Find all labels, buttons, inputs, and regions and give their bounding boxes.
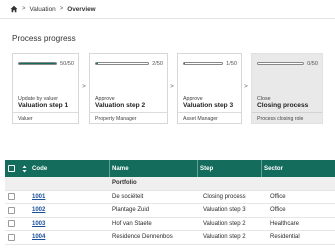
step-progress: 0/50: [257, 60, 318, 67]
section-title: Process progress: [12, 34, 76, 43]
row-code-cell: 1002: [32, 207, 112, 213]
row-step: Valuation step 2: [203, 234, 246, 241]
row-step: Closing process: [203, 193, 246, 200]
valuation-table: Code Name Step Sector Portfolio 1001 De …: [5, 160, 335, 245]
group-row-portfolio: Portfolio: [5, 177, 335, 191]
step-card-4[interactable]: 0/50 Close Closing process Process closi…: [251, 53, 323, 124]
breadcrumb: > Valuation > Overview: [9, 3, 96, 15]
step-name: Valuation step 2: [95, 102, 146, 109]
home-icon[interactable]: [9, 5, 18, 14]
column-header-name[interactable]: Name: [109, 160, 200, 177]
step-role: Property Manager: [90, 112, 167, 122]
process-steps: 50/50 Update by valuer Valuation step 1 …: [12, 53, 335, 125]
step-count: 2/50: [152, 60, 163, 67]
row-step: Valuation step 3: [203, 207, 246, 214]
table-row: 1004 Residence Dennenbos Valuation step …: [5, 231, 335, 245]
step-count: 1/50: [226, 60, 237, 67]
row-checkbox-cell: [5, 220, 22, 228]
progress-fill: [184, 63, 185, 64]
step-role: Valuer: [13, 112, 78, 122]
select-all-checkbox[interactable]: [8, 165, 15, 172]
row-checkbox[interactable]: [8, 193, 15, 201]
step-progress: 1/50: [183, 60, 237, 67]
progress-track: [18, 62, 57, 65]
chevron-right-icon: >: [82, 83, 86, 90]
header-divider: [0, 18, 335, 19]
step-role: Process closing role: [252, 112, 322, 122]
row-sector: Office: [270, 207, 286, 214]
sort-cell: [22, 165, 32, 173]
breadcrumb-separator: >: [22, 6, 26, 12]
step-name: Valuation step 3: [183, 102, 234, 109]
sort-icon[interactable]: [22, 165, 27, 173]
column-header-code[interactable]: Code: [32, 165, 112, 172]
row-checkbox[interactable]: [8, 206, 15, 214]
step-card-2[interactable]: 2/50 Approve Valuation step 2 Property M…: [89, 53, 168, 124]
progress-track: [95, 62, 150, 65]
row-checkbox-cell: [5, 206, 22, 214]
row-checkbox[interactable]: [8, 220, 15, 228]
row-checkbox-cell: [5, 233, 22, 241]
step-role: Asset Manager: [178, 112, 241, 122]
column-header-step[interactable]: Step: [197, 160, 264, 177]
row-code-cell: 1003: [32, 221, 112, 227]
row-step: Valuation step 2: [203, 220, 246, 227]
step-progress: 50/50: [18, 60, 74, 67]
row-code-cell: 1001: [32, 194, 112, 200]
breadcrumb-separator: >: [59, 6, 64, 12]
row-checkbox[interactable]: [8, 233, 15, 241]
step-card-1[interactable]: 50/50 Update by valuer Valuation step 1 …: [12, 53, 79, 124]
row-code-link[interactable]: 1002: [32, 207, 45, 213]
group-label: Portfolio: [112, 180, 137, 187]
progress-fill: [96, 63, 99, 64]
column-header-sector[interactable]: Sector: [261, 160, 335, 177]
breadcrumb-valuation[interactable]: Valuation: [30, 6, 56, 13]
progress-track: [257, 62, 305, 65]
step-name: Valuation step 1: [18, 102, 69, 109]
table-row: 1002 Plantage Zuid Valuation step 3 Offi…: [5, 204, 335, 218]
table-row: 1001 De sociëteit Closing process Office: [5, 190, 335, 204]
row-name: Residence Dennenbos: [112, 234, 173, 241]
row-sector: Residential: [270, 234, 300, 241]
chevron-right-icon: >: [244, 83, 248, 90]
row-sector: Office: [270, 193, 286, 200]
row-code-cell: 1004: [32, 234, 112, 240]
step-count: 50/50: [60, 60, 74, 67]
chevron-right-icon: >: [170, 83, 174, 90]
table-row: 1003 Hof van Staete Valuation step 2 Hea…: [5, 217, 335, 231]
row-sector: Healthcare: [270, 220, 300, 227]
step-card-3[interactable]: 1/50 Approve Valuation step 3 Asset Mana…: [177, 53, 242, 124]
row-checkbox-cell: [5, 193, 22, 201]
step-name: Closing process: [257, 102, 309, 109]
row-name: De sociëteit: [112, 193, 144, 200]
progress-track: [183, 62, 224, 65]
step-count: 0/50: [307, 60, 318, 67]
progress-fill: [19, 63, 56, 64]
row-code-link[interactable]: 1003: [32, 221, 45, 227]
row-code-link[interactable]: 1001: [32, 194, 45, 200]
row-name: Plantage Zuid: [112, 207, 150, 214]
step-progress: 2/50: [95, 60, 163, 67]
breadcrumb-overview: Overview: [67, 5, 96, 13]
table-header: Code Name Step Sector: [5, 160, 335, 177]
select-all-cell: [5, 165, 22, 172]
row-code-link[interactable]: 1004: [32, 234, 45, 240]
row-name: Hof van Staete: [112, 220, 152, 227]
